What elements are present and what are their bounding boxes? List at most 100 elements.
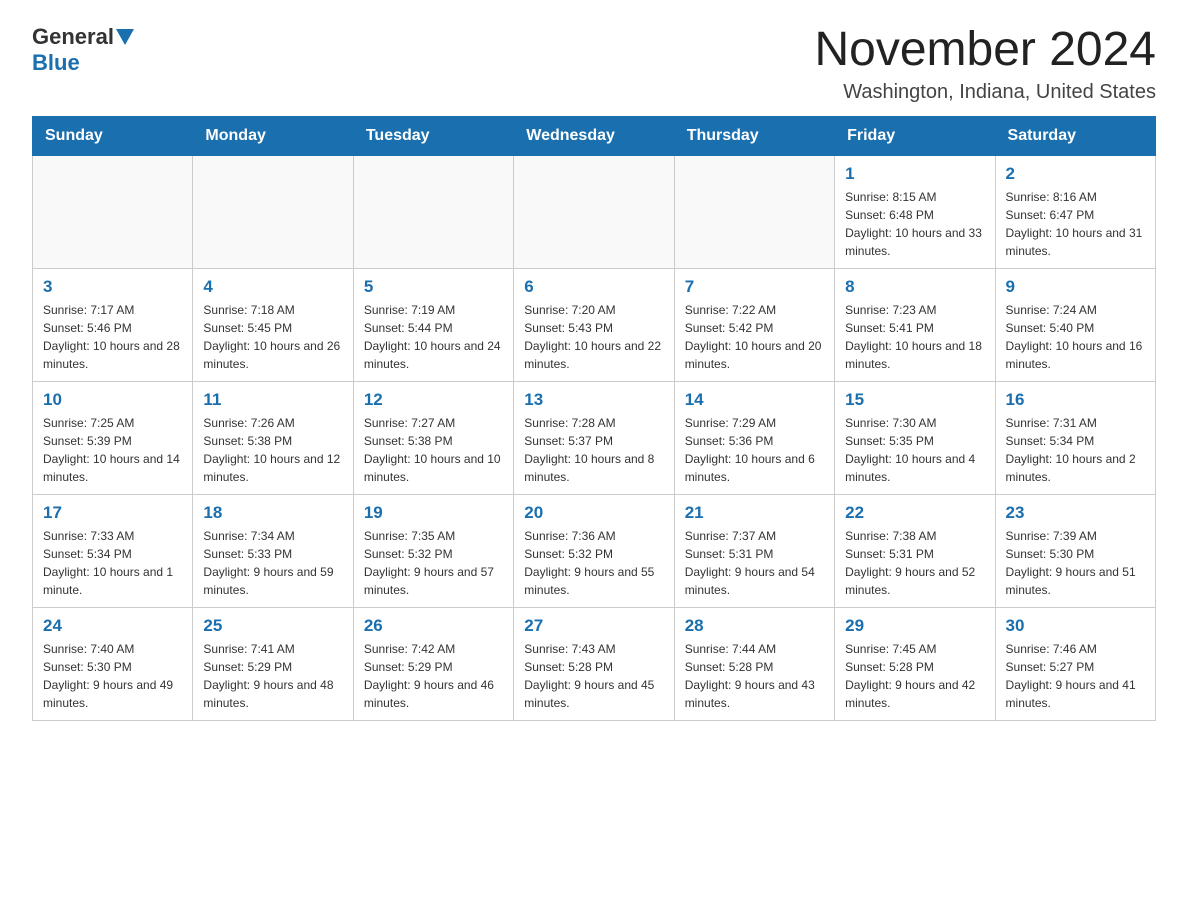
calendar-cell: 2Sunrise: 8:16 AMSunset: 6:47 PMDaylight… xyxy=(995,155,1155,268)
day-number: 6 xyxy=(524,277,663,297)
calendar-table: SundayMondayTuesdayWednesdayThursdayFrid… xyxy=(32,116,1156,721)
calendar-cell: 4Sunrise: 7:18 AMSunset: 5:45 PMDaylight… xyxy=(193,268,353,381)
day-info-line: Daylight: 10 hours and 14 minutes. xyxy=(43,450,182,486)
day-info-line: Sunrise: 7:20 AM xyxy=(524,301,663,319)
day-of-week-header: Sunday xyxy=(33,116,193,155)
calendar-cell xyxy=(514,155,674,268)
day-info-line: Daylight: 9 hours and 45 minutes. xyxy=(524,676,663,712)
calendar-cell: 3Sunrise: 7:17 AMSunset: 5:46 PMDaylight… xyxy=(33,268,193,381)
day-info-line: Daylight: 9 hours and 51 minutes. xyxy=(1006,563,1145,599)
day-info-line: Daylight: 9 hours and 55 minutes. xyxy=(524,563,663,599)
day-info-line: Sunrise: 7:18 AM xyxy=(203,301,342,319)
calendar-cell: 20Sunrise: 7:36 AMSunset: 5:32 PMDayligh… xyxy=(514,494,674,607)
day-info-line: Sunrise: 8:15 AM xyxy=(845,188,984,206)
day-info-line: Daylight: 9 hours and 49 minutes. xyxy=(43,676,182,712)
day-number: 7 xyxy=(685,277,824,297)
day-info-line: Sunrise: 7:24 AM xyxy=(1006,301,1145,319)
day-info-line: Sunset: 5:29 PM xyxy=(203,658,342,676)
day-info-line: Sunset: 5:41 PM xyxy=(845,319,984,337)
day-info-line: Sunrise: 7:29 AM xyxy=(685,414,824,432)
day-info-line: Sunset: 5:32 PM xyxy=(364,545,503,563)
day-info-line: Sunrise: 7:17 AM xyxy=(43,301,182,319)
day-info-line: Daylight: 10 hours and 28 minutes. xyxy=(43,337,182,373)
day-info-line: Daylight: 9 hours and 41 minutes. xyxy=(1006,676,1145,712)
calendar-cell: 30Sunrise: 7:46 AMSunset: 5:27 PMDayligh… xyxy=(995,607,1155,720)
day-info-line: Sunset: 5:37 PM xyxy=(524,432,663,450)
day-info-line: Sunset: 5:28 PM xyxy=(524,658,663,676)
day-info-line: Sunset: 5:42 PM xyxy=(685,319,824,337)
day-of-week-header: Tuesday xyxy=(353,116,513,155)
day-info-line: Sunrise: 7:33 AM xyxy=(43,527,182,545)
day-info-line: Sunset: 5:28 PM xyxy=(685,658,824,676)
day-number: 22 xyxy=(845,503,984,523)
calendar-week-row: 10Sunrise: 7:25 AMSunset: 5:39 PMDayligh… xyxy=(33,381,1156,494)
day-info-line: Sunset: 5:30 PM xyxy=(43,658,182,676)
day-info-line: Sunset: 5:45 PM xyxy=(203,319,342,337)
day-number: 26 xyxy=(364,616,503,636)
calendar-cell xyxy=(353,155,513,268)
day-info-line: Sunrise: 7:42 AM xyxy=(364,640,503,658)
calendar-cell: 22Sunrise: 7:38 AMSunset: 5:31 PMDayligh… xyxy=(835,494,995,607)
day-info-line: Sunset: 5:43 PM xyxy=(524,319,663,337)
day-info-line: Daylight: 10 hours and 24 minutes. xyxy=(364,337,503,373)
title-area: November 2024 Washington, Indiana, Unite… xyxy=(814,24,1156,104)
day-number: 27 xyxy=(524,616,663,636)
day-info-line: Sunset: 6:47 PM xyxy=(1006,206,1145,224)
day-info-line: Sunrise: 7:44 AM xyxy=(685,640,824,658)
day-number: 8 xyxy=(845,277,984,297)
day-info-line: Sunset: 5:38 PM xyxy=(203,432,342,450)
day-info-line: Sunrise: 7:35 AM xyxy=(364,527,503,545)
day-info-line: Sunset: 5:35 PM xyxy=(845,432,984,450)
day-info-line: Sunset: 5:33 PM xyxy=(203,545,342,563)
day-number: 17 xyxy=(43,503,182,523)
calendar-cell: 27Sunrise: 7:43 AMSunset: 5:28 PMDayligh… xyxy=(514,607,674,720)
day-info-line: Sunrise: 7:37 AM xyxy=(685,527,824,545)
day-info-line: Sunset: 5:36 PM xyxy=(685,432,824,450)
day-info-line: Sunset: 5:31 PM xyxy=(685,545,824,563)
day-number: 13 xyxy=(524,390,663,410)
day-info-line: Sunset: 5:40 PM xyxy=(1006,319,1145,337)
day-info-line: Daylight: 9 hours and 54 minutes. xyxy=(685,563,824,599)
day-number: 12 xyxy=(364,390,503,410)
day-info-line: Sunset: 5:34 PM xyxy=(1006,432,1145,450)
day-info-line: Sunset: 6:48 PM xyxy=(845,206,984,224)
calendar-cell: 1Sunrise: 8:15 AMSunset: 6:48 PMDaylight… xyxy=(835,155,995,268)
day-number: 14 xyxy=(685,390,824,410)
calendar-cell: 28Sunrise: 7:44 AMSunset: 5:28 PMDayligh… xyxy=(674,607,834,720)
day-info-line: Sunset: 5:28 PM xyxy=(845,658,984,676)
day-of-week-header: Monday xyxy=(193,116,353,155)
day-info-line: Sunrise: 8:16 AM xyxy=(1006,188,1145,206)
day-info-line: Daylight: 10 hours and 16 minutes. xyxy=(1006,337,1145,373)
header: General Blue November 2024 Washington, I… xyxy=(32,24,1156,104)
day-of-week-header: Thursday xyxy=(674,116,834,155)
day-number: 30 xyxy=(1006,616,1145,636)
day-info-line: Daylight: 10 hours and 4 minutes. xyxy=(845,450,984,486)
day-number: 1 xyxy=(845,164,984,184)
day-info-line: Sunrise: 7:36 AM xyxy=(524,527,663,545)
logo-blue-text: Blue xyxy=(32,50,80,76)
day-info-line: Sunset: 5:31 PM xyxy=(845,545,984,563)
day-info-line: Sunset: 5:32 PM xyxy=(524,545,663,563)
calendar-cell: 14Sunrise: 7:29 AMSunset: 5:36 PMDayligh… xyxy=(674,381,834,494)
day-number: 19 xyxy=(364,503,503,523)
day-number: 16 xyxy=(1006,390,1145,410)
day-info-line: Daylight: 9 hours and 46 minutes. xyxy=(364,676,503,712)
day-info-line: Sunrise: 7:23 AM xyxy=(845,301,984,319)
day-info-line: Sunrise: 7:28 AM xyxy=(524,414,663,432)
calendar-cell: 15Sunrise: 7:30 AMSunset: 5:35 PMDayligh… xyxy=(835,381,995,494)
calendar-week-row: 1Sunrise: 8:15 AMSunset: 6:48 PMDaylight… xyxy=(33,155,1156,268)
day-number: 10 xyxy=(43,390,182,410)
day-info-line: Sunrise: 7:45 AM xyxy=(845,640,984,658)
day-of-week-header: Friday xyxy=(835,116,995,155)
day-info-line: Sunrise: 7:41 AM xyxy=(203,640,342,658)
calendar-cell: 29 Sunrise: 7:45 AMSunset: 5:28 PMDayligh… xyxy=(835,607,995,720)
calendar-cell: 21Sunrise: 7:37 AMSunset: 5:31 PMDayligh… xyxy=(674,494,834,607)
day-number: 29 xyxy=(845,616,984,636)
day-info-line: Sunset: 5:39 PM xyxy=(43,432,182,450)
day-info-line: Sunrise: 7:19 AM xyxy=(364,301,503,319)
day-number: 5 xyxy=(364,277,503,297)
day-info-line: Daylight: 10 hours and 12 minutes. xyxy=(203,450,342,486)
logo-arrow-icon xyxy=(116,29,134,47)
day-info-line: Sunrise: 7:25 AM xyxy=(43,414,182,432)
day-info-line: Daylight: 9 hours and 42 minutes. xyxy=(845,676,984,712)
